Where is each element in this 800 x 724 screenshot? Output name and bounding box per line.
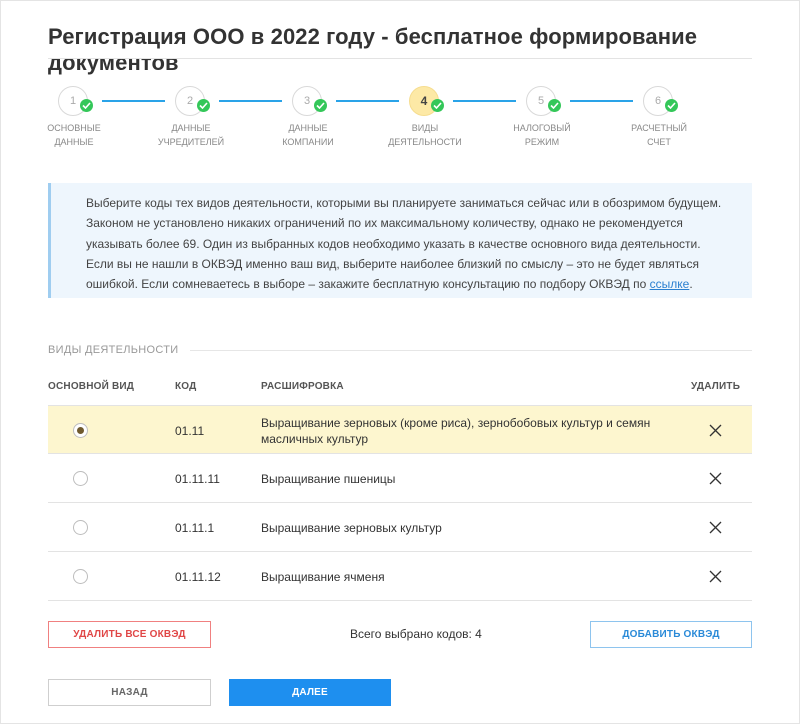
close-icon[interactable] xyxy=(709,570,722,583)
step-label: РАСЧЕТНЫЙ СЧЕТ xyxy=(631,123,687,147)
progress-stepper: 1 ОСНОВНЫЕ ДАННЫЕ 2 ДАННЫЕ УЧРЕДИТЕЛЕЙ 3… xyxy=(0,80,800,160)
next-button[interactable]: ДАЛЕЕ xyxy=(229,679,391,706)
info-period: . xyxy=(689,277,693,292)
okved-code: 01.11 xyxy=(175,424,205,438)
check-icon xyxy=(548,99,561,112)
consultation-link[interactable]: ссылке xyxy=(650,277,690,291)
column-header-remove: УДАЛИТЬ xyxy=(691,381,741,392)
close-icon[interactable] xyxy=(709,521,722,534)
info-text: Выберите коды тех видов деятельности, ко… xyxy=(86,193,726,294)
table-row: 01.11.11 Выращивание пшеницы xyxy=(48,454,752,503)
okved-code: 01.11.12 xyxy=(175,570,221,584)
back-button[interactable]: НАЗАД xyxy=(48,679,211,706)
okved-description: Выращивание пшеницы xyxy=(261,454,681,503)
primary-radio[interactable] xyxy=(73,520,88,535)
title-divider xyxy=(48,58,752,59)
okved-description: Выращивание зерновых культур xyxy=(261,503,681,552)
step-connector xyxy=(453,100,516,102)
step-connector xyxy=(336,100,399,102)
step-connector xyxy=(102,100,165,102)
close-icon[interactable] xyxy=(709,424,722,437)
step-label: НАЛОГОВЫЙ РЕЖИМ xyxy=(513,123,571,147)
check-icon xyxy=(665,99,678,112)
column-header-desc: РАСШИФРОВКА xyxy=(261,381,344,392)
primary-radio[interactable] xyxy=(73,569,88,584)
okved-description-text: Выращивание ячменя xyxy=(261,569,385,584)
step-label: ОСНОВНЫЕ ДАННЫЕ xyxy=(47,123,101,147)
close-icon[interactable] xyxy=(709,472,722,485)
info-body: Выберите коды тех видов деятельности, ко… xyxy=(86,196,722,292)
check-icon xyxy=(197,99,210,112)
okved-description-text: Выращивание зерновых (кроме риса), зерно… xyxy=(261,415,651,446)
column-header-main: ОСНОВНОЙ ВИД xyxy=(48,381,135,392)
check-icon xyxy=(431,99,444,112)
primary-radio[interactable] xyxy=(73,471,88,486)
check-icon xyxy=(314,99,327,112)
delete-all-button[interactable]: УДАЛИТЬ ВСЕ ОКВЭД xyxy=(48,621,211,648)
step-label: ВИДЫ ДЕЯТЕЛЬНОСТИ xyxy=(388,123,462,147)
okved-description: Выращивание зерновых (кроме риса), зерно… xyxy=(261,406,681,455)
okved-description-text: Выращивание пшеницы xyxy=(261,471,396,486)
column-header-code: КОД xyxy=(175,381,197,392)
add-okved-button[interactable]: ДОБАВИТЬ ОКВЭД xyxy=(590,621,752,648)
step-label: ДАННЫЕ УЧРЕДИТЕЛЕЙ xyxy=(157,123,225,147)
total-selected: Всего выбрано кодов: 4 xyxy=(350,627,482,641)
step-connector xyxy=(570,100,633,102)
okved-code: 01.11.11 xyxy=(175,472,220,486)
section-divider xyxy=(190,350,752,351)
step-connector xyxy=(219,100,282,102)
table-row: 01.11 Выращивание зерновых (кроме риса),… xyxy=(48,405,752,454)
okved-description-text: Выращивание зерновых культур xyxy=(261,520,442,535)
okved-code: 01.11.1 xyxy=(175,521,215,535)
primary-radio[interactable] xyxy=(73,423,88,438)
step-label: ДАННЫЕ КОМПАНИИ xyxy=(282,123,334,147)
okved-description: Выращивание ячменя xyxy=(261,552,681,601)
table-row: 01.11.1 Выращивание зерновых культур xyxy=(48,503,752,552)
check-icon xyxy=(80,99,93,112)
activities-table: 01.11 Выращивание зерновых (кроме риса),… xyxy=(48,405,752,601)
table-row: 01.11.12 Выращивание ячменя xyxy=(48,552,752,601)
info-box: Выберите коды тех видов деятельности, ко… xyxy=(48,183,752,298)
page-title: Регистрация ООО в 2022 году - бесплатное… xyxy=(48,24,698,75)
section-title: ВИДЫ ДЕЯТЕЛЬНОСТИ xyxy=(48,344,179,356)
